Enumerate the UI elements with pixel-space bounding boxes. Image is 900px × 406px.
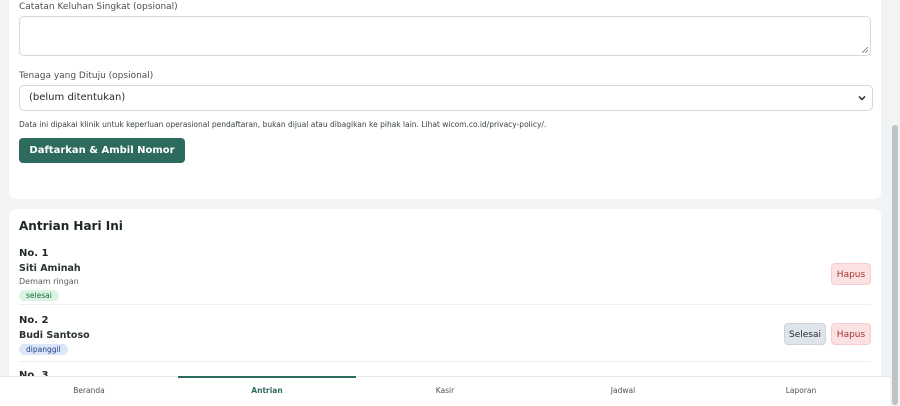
nav-item-beranda[interactable]: Beranda [0,377,178,406]
queue-title: Antrian Hari Ini [19,219,123,233]
nav-label: Laporan [785,386,817,395]
privacy-disclaimer: Data ini dipakai klinik untuk keperluan … [19,120,547,129]
vertical-scrollbar[interactable] [890,0,900,406]
delete-button[interactable]: Hapus [831,323,871,345]
queue-row: No. 2 Budi Santoso dipanggil Selesai Hap… [19,315,871,362]
status-badge: selesai [19,290,59,301]
complaint-textarea[interactable] [19,16,871,56]
mark-done-button[interactable]: Selesai [784,323,826,345]
registration-form-card: Catatan Keluhan Singkat (opsional) Tenag… [9,0,881,199]
queue-number: No. 2 [19,315,49,326]
nav-item-jadwal[interactable]: Jadwal [534,377,712,406]
complaint-label: Catatan Keluhan Singkat (opsional) [19,2,178,12]
staff-label: Tenaga yang Dituju (opsional) [19,71,154,81]
chevron-down-icon [858,96,866,101]
queue-row: No. 1 Siti Aminah Demam ringan selesai H… [19,248,871,305]
nav-label: Kasir [435,386,455,395]
status-badge: dipanggil [19,344,68,355]
nav-item-antrian[interactable]: Antrian [178,376,356,406]
page-content: Catatan Keluhan Singkat (opsional) Tenag… [0,0,890,406]
resize-grip-icon[interactable] [862,47,868,53]
register-submit-button[interactable]: Daftarkan & Ambil Nomor Antrian [19,138,185,181]
bottom-nav: Beranda Antrian Kasir Jadwal Laporan [0,376,890,406]
patient-name: Siti Aminah [19,263,81,274]
nav-label: Jadwal [610,386,636,395]
scrollbar-thumb[interactable] [892,125,898,405]
queue-number: No. 1 [19,248,49,259]
staff-select[interactable]: (belum ditentukan) [19,85,873,111]
active-tab-indicator [178,376,356,378]
nav-label: Beranda [73,386,105,395]
complaint-note: Demam ringan [19,277,79,286]
delete-button[interactable]: Hapus [831,263,871,285]
nav-item-kasir[interactable]: Kasir [356,377,534,406]
staff-select-value: (belum ditentukan) [29,92,126,103]
patient-name: Budi Santoso [19,330,90,341]
nav-item-laporan[interactable]: Laporan [712,377,890,406]
nav-label: Antrian [251,386,283,395]
